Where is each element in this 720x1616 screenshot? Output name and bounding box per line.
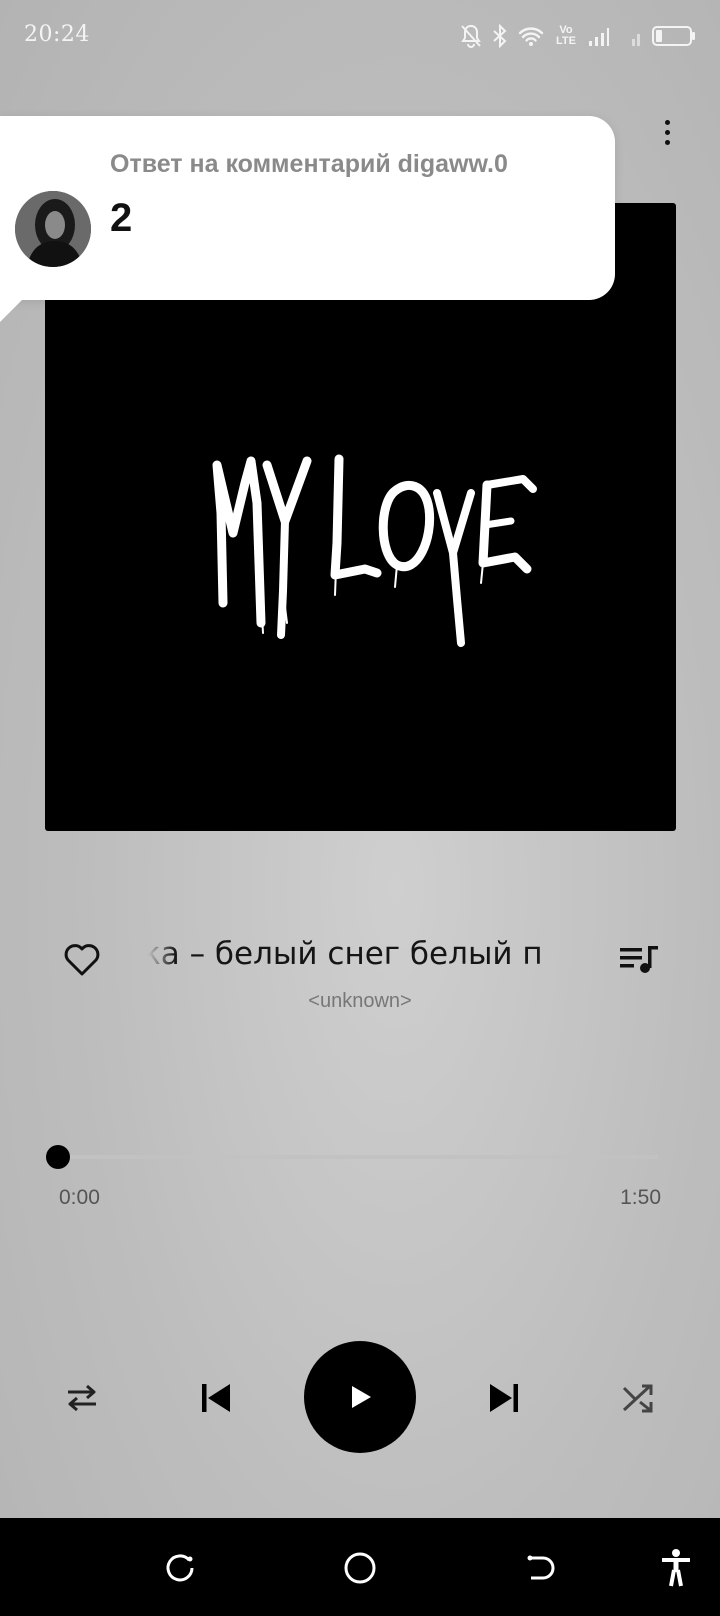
back-icon	[527, 1555, 555, 1580]
more-dot	[664, 139, 670, 145]
track-title-marquee: ка – белый снег белый п	[148, 932, 568, 982]
progress-thumb[interactable]	[46, 1145, 70, 1169]
status-icons: Vo LTE	[460, 20, 696, 52]
next-button[interactable]	[480, 1374, 528, 1422]
home-icon	[344, 1552, 376, 1584]
playlist-icon	[620, 946, 658, 973]
status-time: 20:24	[24, 22, 90, 47]
accessibility-button[interactable]	[654, 1546, 698, 1590]
track-artist: <unknown>	[308, 990, 412, 1012]
like-button[interactable]	[60, 937, 104, 981]
home-button[interactable]	[338, 1546, 382, 1590]
play-icon	[352, 1386, 371, 1408]
avatar-image	[15, 191, 91, 267]
more-dot	[664, 129, 670, 135]
signal-2-icon	[620, 25, 642, 47]
accessibility-icon	[662, 1549, 690, 1587]
previous-icon	[202, 1384, 230, 1412]
recents-icon	[166, 1554, 194, 1582]
queue-button[interactable]	[618, 940, 662, 980]
shuffle-icon	[622, 1384, 653, 1413]
repeat-button[interactable]	[60, 1376, 104, 1420]
notification-body: 2	[110, 196, 133, 240]
previous-button[interactable]	[192, 1374, 240, 1422]
navigation-bar	[0, 1518, 720, 1616]
shuffle-button[interactable]	[616, 1376, 660, 1420]
back-button[interactable]	[518, 1546, 562, 1590]
signal-icon	[588, 25, 610, 47]
next-icon	[490, 1384, 518, 1412]
wifi-icon	[518, 25, 544, 47]
repeat-icon	[68, 1384, 96, 1412]
notification-tail	[0, 296, 26, 322]
more-options-button[interactable]	[652, 112, 682, 152]
comment-reply-notification[interactable]	[0, 116, 615, 300]
heart-icon	[64, 944, 100, 976]
bell-muted-icon	[460, 24, 482, 48]
progress-bar[interactable]	[58, 1155, 658, 1159]
notification-title: Ответ на комментарий digaww.0	[110, 150, 508, 178]
network-label: Vo LTE	[556, 24, 576, 47]
avatar[interactable]	[15, 191, 91, 267]
play-button[interactable]	[304, 1341, 416, 1453]
status-bar: 20:24 Vo LTE	[0, 0, 720, 76]
bluetooth-icon	[492, 24, 508, 48]
more-dot	[664, 119, 670, 125]
recents-button[interactable]	[158, 1546, 202, 1590]
battery-icon	[652, 25, 696, 47]
current-time: 0:00	[59, 1186, 100, 1209]
track-title: ка – белый снег белый п	[148, 936, 543, 972]
total-time: 1:50	[620, 1186, 661, 1209]
